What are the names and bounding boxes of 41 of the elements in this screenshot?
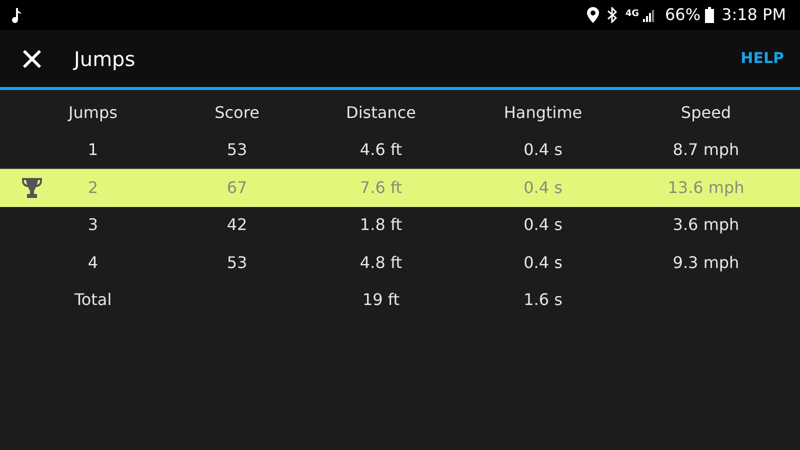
table-cell-text: 53 [226,252,248,274]
table-cell-text: 3.6 mph [672,214,740,236]
column-header: Speed [680,102,732,124]
column-header: Score [214,102,260,124]
table-cell-text: 1 [88,138,98,161]
battery-percent: 66% [664,4,701,26]
table-cell-text: 3 [88,214,98,236]
help-button[interactable]: HELP [740,47,784,70]
table-cell-text: 4.8 ft [360,252,402,274]
music-note-icon [10,7,22,23]
network-label: 4G [625,8,639,22]
total-cell-text: 1.6 s [524,289,562,312]
table-cell-text: 67 [226,176,248,199]
table-cell-text: 42 [226,214,248,236]
table-cell-text: 4 [88,252,98,274]
table-row[interactable]: 4 53 4.8 ft 0.4 s 9.3 mph [0,244,800,282]
total-label: Total [74,289,112,312]
table-row[interactable]: 3 42 1.8 ft 0.4 s 3.6 mph [0,206,800,244]
table-cell-text: 0.4 s [524,176,562,199]
column-header: Hangtime [504,102,582,124]
table-cell-text: 13.6 mph [668,176,744,199]
bluetooth-icon [607,7,618,23]
table-cell-text: 4.6 ft [360,138,402,161]
close-button[interactable] [22,48,42,68]
column-header: Jumps [68,102,118,124]
column-header: Distance [346,102,416,124]
screen-title: Jumps [74,46,136,72]
table-cell-text: 2 [88,176,98,199]
table-cell-text: 8.7 mph [672,138,740,161]
table-cell-text: 0.4 s [524,252,562,274]
table-cell-text: 53 [226,138,248,161]
table-cell-text: 0.4 s [524,214,562,236]
table-cell-text: 7.6 ft [360,176,402,199]
location-icon [587,7,600,23]
table-cell-text: 0.4 s [524,138,562,161]
clock: 3:18 PM [722,4,786,26]
table-cell-text: 9.3 mph [672,252,740,274]
signal-icon [642,8,657,22]
battery-icon [704,7,714,23]
total-cell-text: 19 ft [362,289,400,312]
table-cell-text: 1.8 ft [360,214,402,236]
